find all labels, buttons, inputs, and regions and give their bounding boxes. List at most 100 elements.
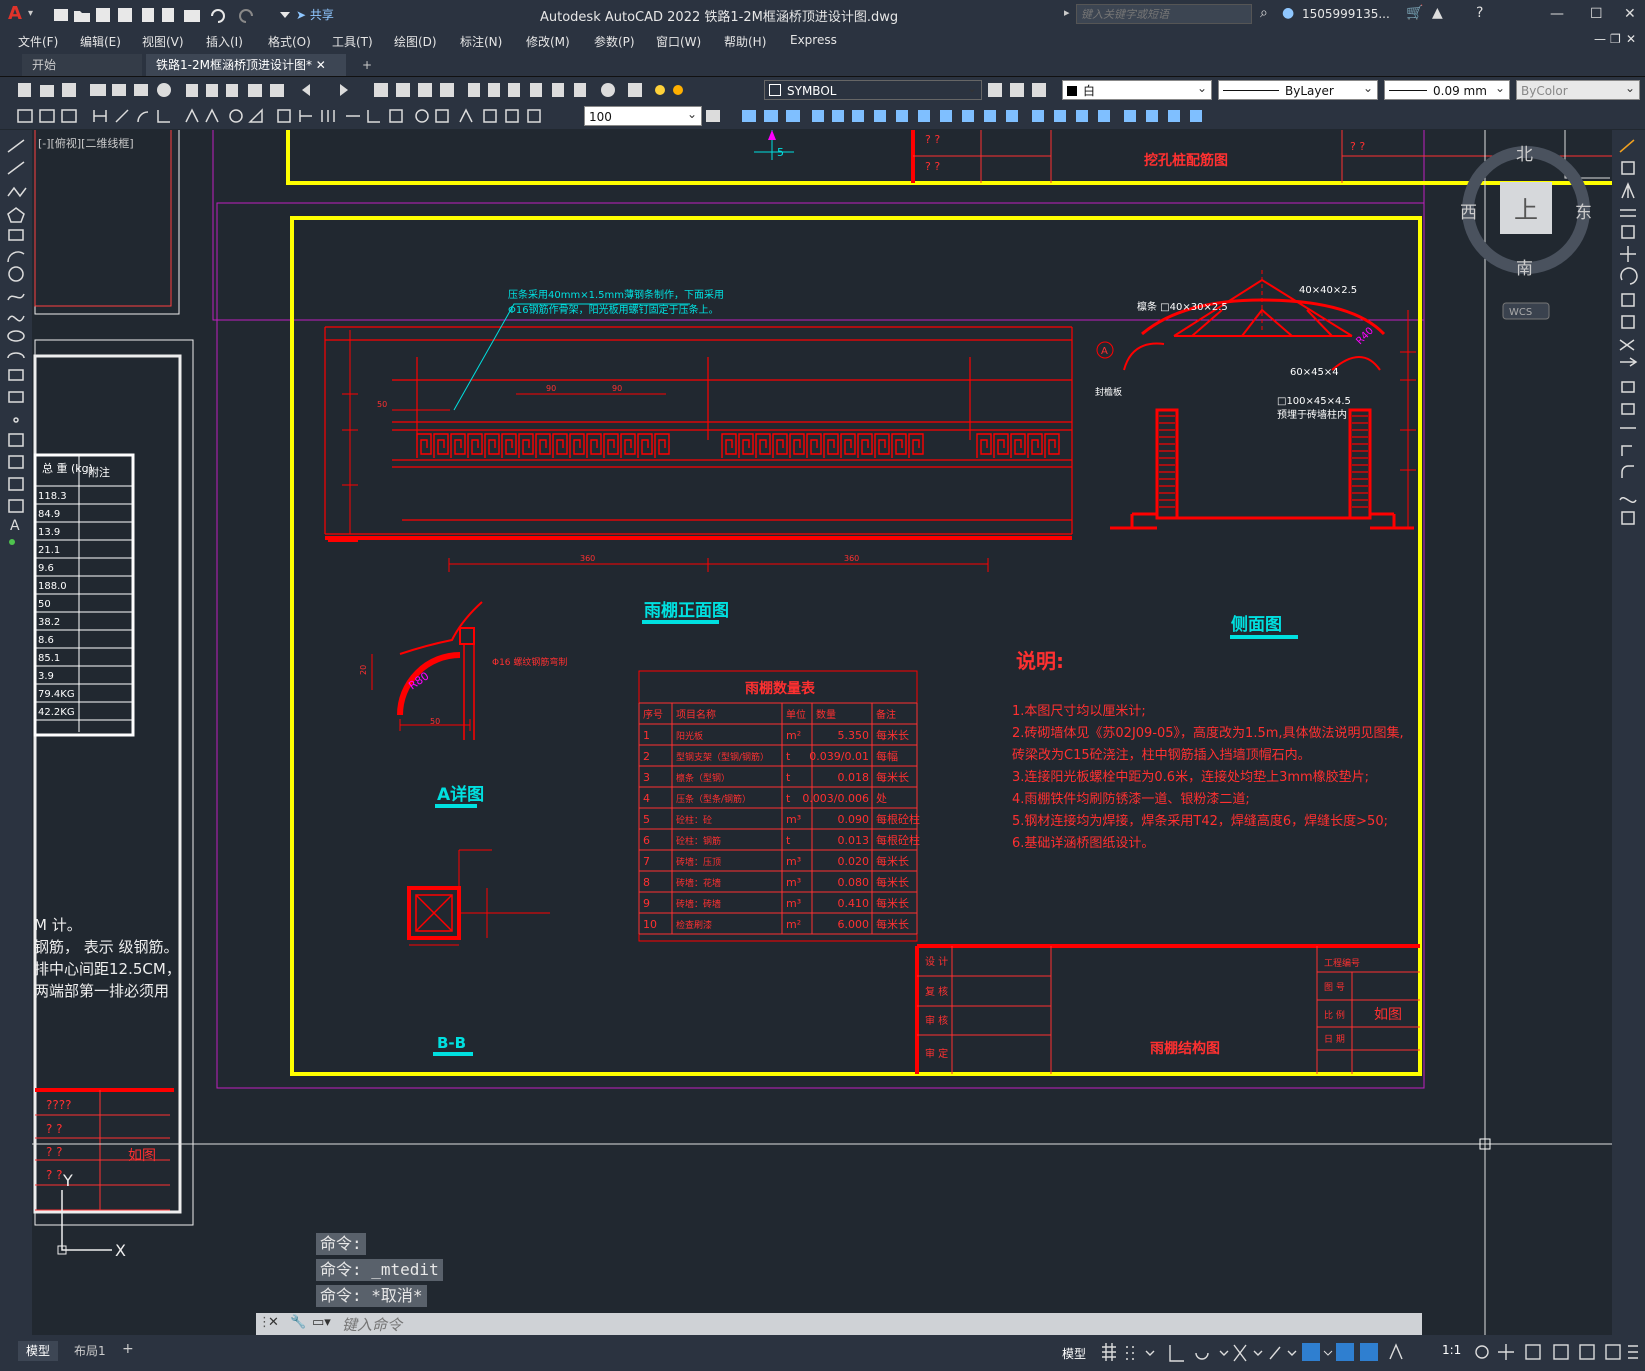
union-icon[interactable] [1054, 110, 1066, 122]
new-icon[interactable] [54, 9, 68, 21]
presspull-icon[interactable] [962, 110, 974, 122]
open-drawing-icon[interactable] [40, 85, 54, 97]
ellipse-icon[interactable] [7, 330, 25, 342]
new-tab-button[interactable]: + [352, 54, 378, 76]
units-icon[interactable] [1525, 1344, 1541, 1360]
dimension-scale-dropdown[interactable]: 100 [584, 104, 702, 126]
intersect-icon[interactable] [1098, 110, 1110, 122]
grid-icon[interactable] [1102, 1343, 1116, 1361]
quickcalc-icon[interactable] [574, 83, 586, 97]
construction-line-icon[interactable] [7, 161, 25, 175]
point-icon[interactable] [13, 417, 19, 423]
copy-object-icon[interactable] [1621, 161, 1635, 175]
polar-chevron-icon[interactable] [1219, 1350, 1229, 1356]
plotstyle-dropdown[interactable]: ByColor [1516, 78, 1640, 100]
tab-layout1[interactable]: 布局1 [66, 1341, 114, 1361]
zoom-previous-icon[interactable] [440, 83, 454, 97]
object-snap-icon[interactable] [1302, 1343, 1320, 1361]
open-icon[interactable] [74, 11, 90, 22]
chamfer-icon[interactable] [1621, 445, 1632, 456]
lineweight-toggle-icon[interactable] [1336, 1343, 1354, 1361]
drawing-canvas[interactable]: ? ? ? ? ? ? 挖孔桩配筋图 5 [-][俯视][二维线框] 总 重 (… [32, 130, 1612, 1335]
redo-icon[interactable] [340, 84, 348, 96]
search-expand-icon[interactable]: ▸ [1064, 6, 1070, 19]
viewport-label[interactable]: [-][俯视][二维线框] [38, 136, 134, 150]
insert-block-icon[interactable] [8, 369, 24, 381]
ordinate-dimension-icon[interactable] [157, 110, 170, 123]
viewcube-north[interactable]: 北 [1516, 145, 1533, 165]
table-icon[interactable] [8, 499, 24, 513]
redo-icon[interactable] [239, 9, 253, 23]
menu-parametric[interactable]: 参数(P) [594, 33, 635, 50]
helix-icon[interactable] [896, 110, 908, 122]
center-mark-icon[interactable] [415, 109, 429, 123]
menu-format[interactable]: 格式(O) [268, 33, 311, 50]
menu-edit[interactable]: 编辑(E) [80, 33, 121, 50]
trim-icon[interactable] [1619, 339, 1635, 351]
autocad-logo[interactable]: A [8, 3, 22, 24]
blend-curves-icon[interactable] [1619, 497, 1637, 503]
menu-view[interactable]: 视图(V) [142, 33, 184, 50]
3d-move-icon[interactable] [1124, 110, 1136, 122]
sheet-set-icon[interactable] [530, 83, 542, 97]
cone-icon[interactable] [786, 110, 800, 122]
multiline-text-icon[interactable]: A [10, 518, 20, 534]
offset-icon[interactable] [1620, 209, 1636, 217]
dimension-style-icon[interactable] [706, 110, 720, 122]
web-save-icon[interactable] [142, 8, 154, 22]
wedge-icon[interactable] [764, 110, 778, 122]
layer-state-icon[interactable] [1032, 83, 1046, 97]
tab-model[interactable]: 模型 [18, 1341, 59, 1361]
tool-palettes-icon[interactable] [508, 83, 520, 97]
ellipse-arc-icon[interactable] [7, 352, 25, 359]
menu-help[interactable]: 帮助(H) [724, 33, 766, 50]
quick-dimension-icon[interactable] [277, 109, 291, 123]
annotation-monitor-icon[interactable] [1498, 1344, 1514, 1360]
fillet-icon[interactable] [1621, 465, 1634, 478]
workspace-gear-icon[interactable] [1475, 1345, 1489, 1359]
undo-icon[interactable] [302, 84, 310, 96]
app-menu-chevron-icon[interactable]: ▾ [28, 8, 33, 19]
revision-cloud-icon[interactable] [7, 293, 25, 301]
3d-align-icon[interactable] [1168, 110, 1180, 122]
customization-menu-icon[interactable] [1628, 1345, 1638, 1359]
cylinder-icon[interactable] [832, 110, 844, 122]
revolve-icon[interactable] [1006, 110, 1018, 122]
make-current-layer-icon[interactable] [988, 83, 1002, 97]
layer-isolate-icon[interactable] [39, 109, 55, 123]
print-preview-icon[interactable] [112, 84, 126, 96]
menu-tools[interactable]: 工具(T) [332, 33, 373, 50]
ortho-icon[interactable] [1169, 1345, 1184, 1362]
layer-previous-icon[interactable] [1010, 83, 1024, 97]
menu-draw[interactable]: 绘图(D) [394, 33, 437, 50]
save-as-icon[interactable] [118, 8, 132, 22]
publish-icon[interactable] [134, 84, 148, 96]
transparency-icon[interactable] [1360, 1343, 1378, 1361]
zoom-realtime-icon[interactable] [396, 83, 410, 97]
layer-properties-icon[interactable] [628, 83, 642, 97]
block-editor-icon[interactable] [270, 84, 284, 97]
design-center-icon[interactable] [488, 83, 500, 97]
3d-dwf-icon[interactable] [157, 83, 171, 97]
tolerance-icon[interactable] [389, 109, 403, 123]
box-icon[interactable] [742, 110, 756, 122]
pyramid-icon[interactable] [874, 110, 886, 122]
lineweight-dropdown[interactable]: 0.09 mm [1384, 78, 1510, 100]
user-icon[interactable]: ● [1282, 5, 1294, 21]
minimize-button[interactable]: — [1550, 6, 1564, 22]
color-dropdown[interactable]: 白 [1062, 78, 1212, 100]
linetype-dropdown[interactable]: ByLayer [1218, 78, 1378, 100]
menu-window[interactable]: 窗口(W) [656, 33, 701, 50]
dimension-edit-icon[interactable] [483, 109, 497, 123]
share-icon[interactable] [162, 8, 174, 22]
isolate-objects-icon[interactable] [1579, 1344, 1595, 1360]
mirror-icon[interactable] [1621, 182, 1635, 199]
match-properties-icon[interactable] [248, 84, 262, 97]
line-icon[interactable] [7, 139, 25, 153]
rectangle-icon[interactable] [8, 229, 24, 241]
cut-icon[interactable] [186, 84, 198, 97]
scale-icon[interactable] [1621, 293, 1635, 307]
menu-dimension[interactable]: 标注(N) [460, 33, 502, 50]
search-input[interactable] [1076, 4, 1252, 24]
annotation-visibility-icon[interactable] [1389, 1343, 1403, 1360]
